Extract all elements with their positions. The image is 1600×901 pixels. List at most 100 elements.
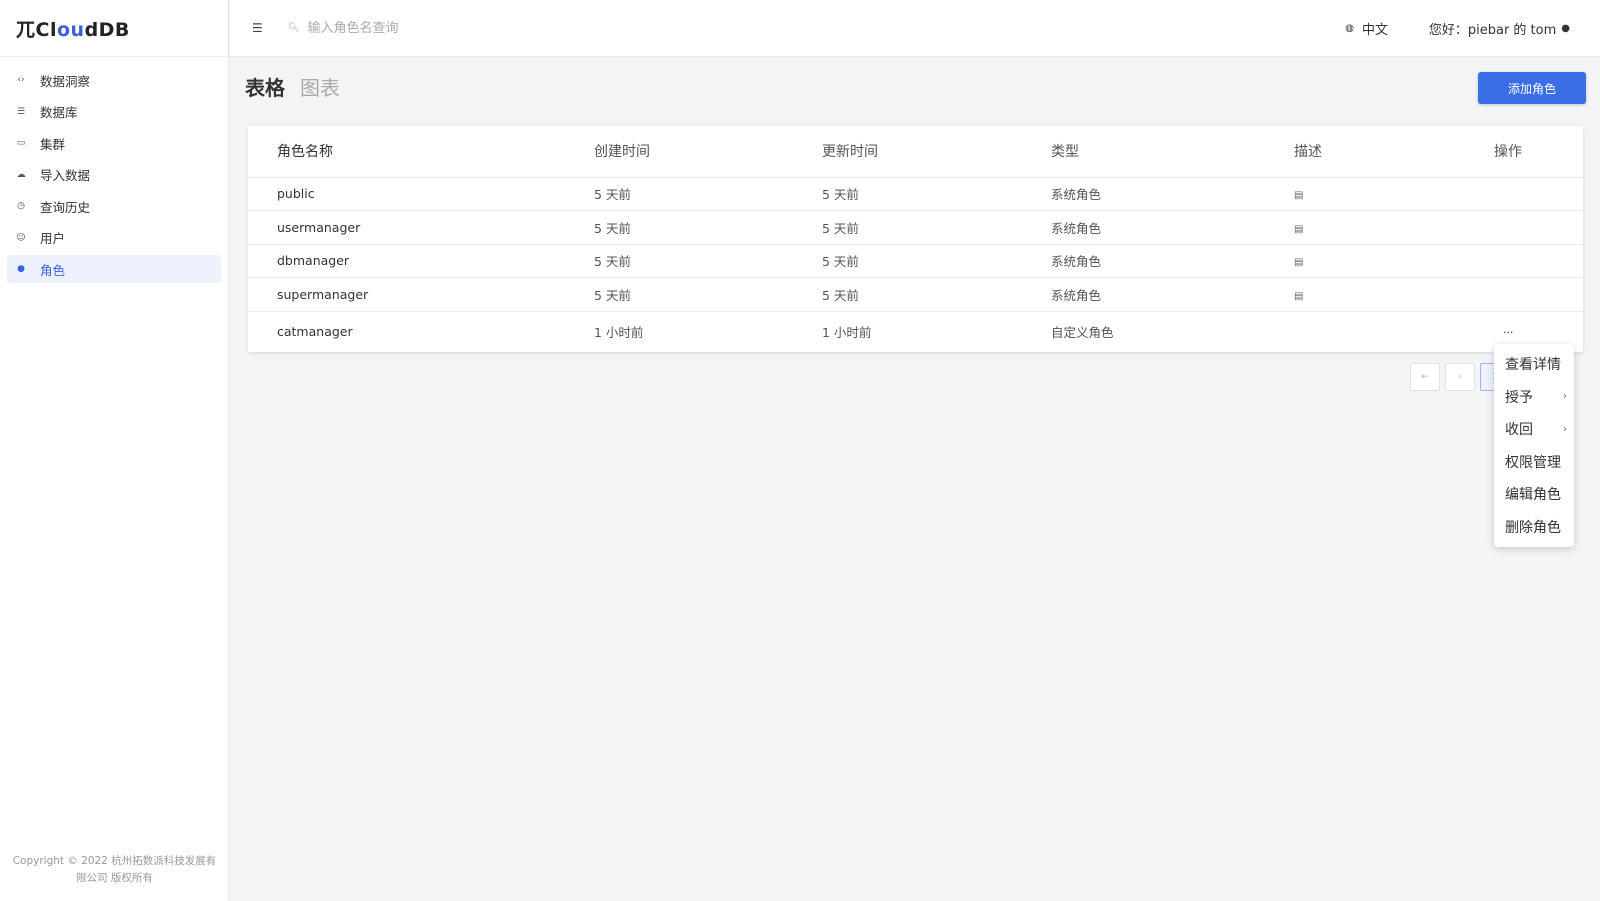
sidebar-item-4[interactable]: ◷ 查询历史	[7, 192, 221, 220]
actions-cell	[1494, 177, 1583, 211]
document-icon[interactable]: ▤	[1294, 257, 1303, 268]
role-name-cell: catmanager	[277, 323, 353, 339]
menu-item-label: 授予	[1505, 389, 1533, 406]
first-page-button[interactable]: ⇤	[1410, 363, 1440, 391]
table-header-row: 角色名称 创建时间 更新时间 类型 描述 操作	[248, 126, 1583, 178]
description-cell: ▤	[1294, 244, 1494, 278]
menu-item-1[interactable]: 授予 ›	[1494, 381, 1574, 414]
chevron-right-icon: ›	[1563, 391, 1567, 403]
document-icon[interactable]: ▤	[1294, 291, 1303, 302]
row-action-menu: 查看详情授予 › 收回 › 权限管理编辑角色删除角色	[1494, 344, 1574, 547]
user-icon: ☺	[16, 232, 26, 243]
search-box: 🔍︎	[288, 20, 608, 36]
code-icon: ‹›	[17, 75, 25, 85]
actions-cell	[1494, 277, 1583, 312]
actions-cell	[1494, 210, 1583, 245]
sidebar-nav: ‹› 数据洞察 ☰ 数据库 ▭ 集群 ☁ 导入数据 ◷ 查询历史 ☺ 用户 ● 角色	[0, 57, 228, 283]
list-icon: ☰	[16, 106, 26, 117]
column-header-description: 描述	[1294, 126, 1494, 178]
created-time-cell: 5 天前	[594, 277, 822, 312]
created-time-cell: 5 天前	[594, 177, 822, 211]
sidebar-item-label: 数据库	[40, 105, 78, 120]
description-cell: ▤	[1294, 177, 1494, 211]
description-cell: ▤	[1294, 210, 1494, 245]
role-type-cell: 系统角色	[1051, 277, 1294, 312]
sidebar-item-6[interactable]: ● 角色	[7, 255, 221, 283]
updated-time-cell: 5 天前	[822, 244, 1051, 278]
role-type-cell: 系统角色	[1051, 210, 1294, 245]
logo-text: 兀CloudDB	[16, 18, 130, 41]
history-icon: ◷	[17, 201, 25, 211]
role-name-cell: supermanager	[248, 277, 594, 312]
cloud-upload-icon: ☁	[16, 169, 26, 180]
search-input[interactable]	[307, 20, 608, 36]
search-icon: 🔍︎	[288, 23, 300, 33]
created-time-cell: 1 小时前	[594, 324, 644, 340]
role-name-cell: dbmanager	[248, 244, 594, 278]
menu-item-2[interactable]: 收回 ›	[1494, 413, 1574, 446]
column-header-created: 创建时间	[594, 126, 822, 178]
updated-time-cell: 5 天前	[822, 277, 1051, 312]
user-greeting: 您好：piebar 的 tom	[1428, 22, 1557, 38]
table-row: usermanager 5 天前 5 天前 系统角色 ▤	[248, 210, 1583, 245]
updated-time-cell: 5 天前	[822, 210, 1051, 245]
role-name-cell: public	[248, 177, 594, 211]
actions-cell	[1494, 244, 1583, 278]
menu-item-label: 编辑角色	[1505, 487, 1561, 504]
user-menu[interactable]: 您好：piebar 的 tom ●	[1429, 19, 1570, 38]
sidebar-item-5[interactable]: ☺ 用户	[7, 224, 221, 252]
tab-table[interactable]: 表格	[245, 72, 285, 101]
sidebar-item-label: 查询历史	[40, 199, 91, 215]
language-switcher[interactable]: ◍ 中文	[1345, 19, 1388, 38]
sidebar-item-label: 集群	[40, 136, 66, 152]
sidebar-item-label: 角色	[40, 262, 66, 278]
menu-item-0[interactable]: 查看详情	[1494, 348, 1574, 381]
column-header-name: 角色名称	[248, 126, 594, 178]
copyright: Copyright © 2022 杭州拓数派科技发展有限公司 版权所有	[12, 855, 217, 884]
created-time-cell: 5 天前	[594, 244, 822, 278]
document-icon[interactable]: ▤	[1294, 190, 1303, 201]
role-type-cell: 自定义角色	[1051, 324, 1114, 340]
updated-time-cell: 5 天前	[822, 177, 1051, 211]
sidebar-item-1[interactable]: ☰ 数据库	[7, 98, 221, 126]
document-icon[interactable]: ▤	[1294, 224, 1303, 235]
more-actions-icon[interactable]: ···	[1503, 326, 1514, 339]
sidebar-item-3[interactable]: ☁ 导入数据	[7, 161, 221, 189]
sidebar-item-label: 导入数据	[40, 168, 91, 183]
top-header: ☰ 🔍︎ ◍ 中文 您好：piebar 的 tom ●	[230, 0, 1600, 57]
sidebar-item-label: 用户	[40, 231, 66, 246]
roles-table-card: 角色名称 创建时间 更新时间 类型 描述 操作 public 5 天前 5 天前 系统…	[248, 126, 1583, 352]
description-cell	[1294, 311, 1494, 351]
table-row: public 5 天前 5 天前 系统角色 ▤	[248, 177, 1583, 211]
menu-toggle-icon[interactable]: ☰	[252, 21, 263, 35]
tab-chart[interactable]: 图表	[300, 72, 340, 101]
role-type-cell: 系统角色	[1051, 177, 1294, 211]
created-time-cell: 5 天前	[594, 210, 822, 245]
sidebar-item-2[interactable]: ▭ 集群	[7, 129, 221, 157]
menu-item-label: 删除角色	[1505, 519, 1561, 536]
menu-item-label: 查看详情	[1505, 357, 1561, 374]
sidebar-item-0[interactable]: ‹› 数据洞察	[7, 66, 221, 94]
menu-item-5[interactable]: 删除角色	[1494, 511, 1574, 544]
description-cell: ▤	[1294, 277, 1494, 312]
logo[interactable]: 兀CloudDB	[0, 0, 228, 57]
table-row: catmanager 1 小时前 1 小时前 自定义角色 ···	[248, 311, 1583, 351]
menu-item-3[interactable]: 权限管理	[1494, 446, 1574, 479]
language-label: 中文	[1361, 22, 1388, 38]
column-header-updated: 更新时间	[822, 126, 1051, 178]
menu-item-4[interactable]: 编辑角色	[1494, 478, 1574, 511]
role-name-cell: usermanager	[248, 210, 594, 245]
chevron-right-icon: ›	[1563, 423, 1567, 435]
updated-time-cell: 1 小时前	[822, 324, 872, 340]
table-row: supermanager 5 天前 5 天前 系统角色 ▤	[248, 277, 1583, 312]
sidebar: 兀CloudDB ‹› 数据洞察 ☰ 数据库 ▭ 集群 ☁ 导入数据 ◷ 查询历史 ☺ 用户 ● 角色 C…	[0, 0, 229, 901]
laptop-icon: ▭	[16, 138, 26, 148]
prev-page-button[interactable]: ‹	[1445, 363, 1475, 391]
column-header-actions: 操作	[1494, 126, 1583, 178]
role-icon: ●	[17, 264, 25, 274]
add-role-button[interactable]: 添加角色	[1478, 72, 1586, 104]
menu-item-label: 收回	[1505, 422, 1533, 439]
globe-icon: ◍	[1345, 22, 1354, 34]
user-circle-icon: ●	[1561, 22, 1570, 34]
roles-table: 角色名称 创建时间 更新时间 类型 描述 操作 public 5 天前 5 天前 系统…	[248, 126, 1583, 351]
